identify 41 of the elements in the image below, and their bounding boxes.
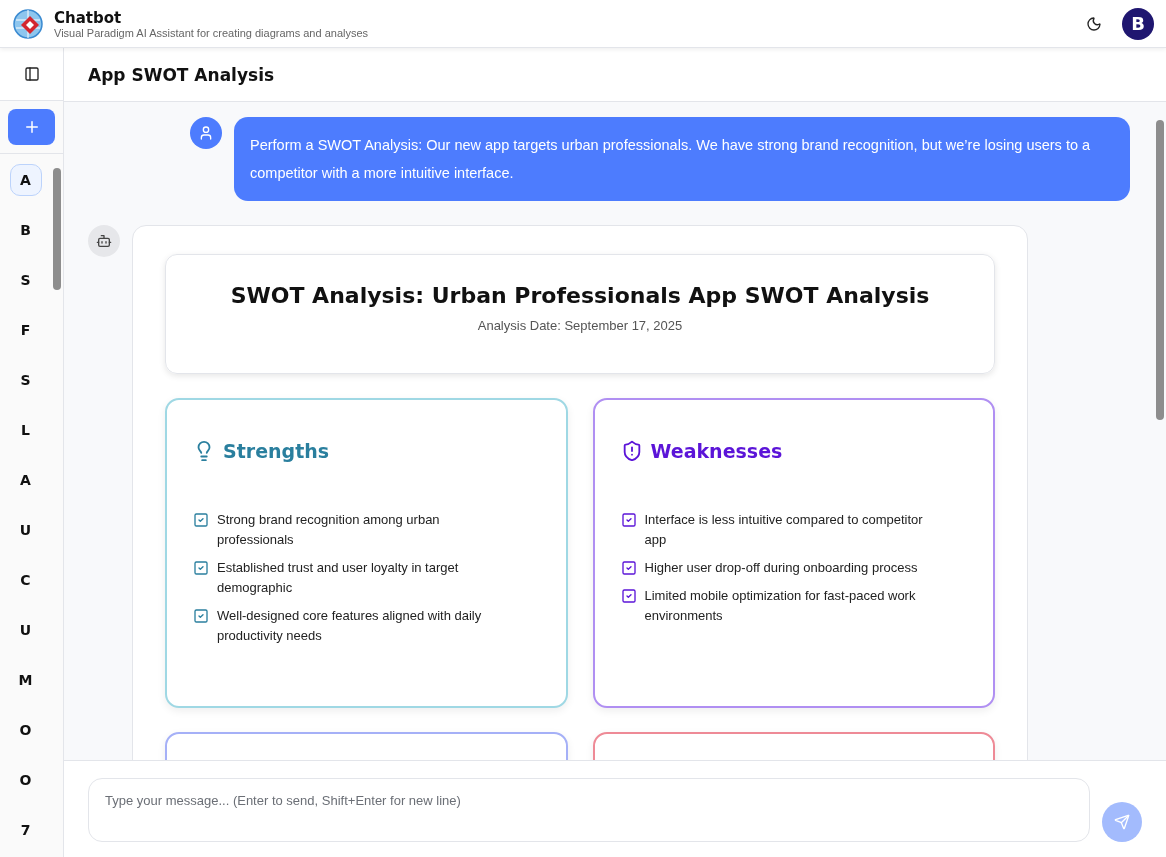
conversation-item[interactable]: U bbox=[9, 514, 42, 546]
app-title: Chatbot bbox=[54, 8, 123, 27]
new-chat-button[interactable] bbox=[8, 109, 55, 145]
list-item-text: Strong brand recognition among urban professionals bbox=[217, 511, 441, 549]
checkbox-icon bbox=[620, 512, 637, 528]
checkbox-icon bbox=[620, 560, 637, 576]
list-item-text: Limited mobile optimization for fast-paced work environments bbox=[644, 587, 917, 625]
conversation-item[interactable]: O bbox=[9, 714, 42, 746]
list-item-text: Interface is less intuitive compared to competitor app bbox=[644, 511, 924, 549]
checkbox-icon bbox=[620, 588, 637, 604]
report-title: SWOT Analysis: Urban Professionals App SWOT Analysis bbox=[230, 283, 930, 308]
app-subtitle: Visual Paradigm AI Assistant for creating diagrams and analyses bbox=[54, 26, 370, 39]
conversation-item[interactable]: F bbox=[9, 314, 42, 346]
conversation-item[interactable]: U bbox=[9, 614, 42, 646]
conversation-item[interactable]: A bbox=[9, 464, 42, 496]
list-item-text: Established trust and user loyalty in target demographic bbox=[217, 559, 460, 597]
send-icon bbox=[1114, 814, 1130, 830]
user-avatar[interactable]: B bbox=[1122, 7, 1154, 40]
user-message: Perform a SWOT Analysis: Our new app targets urban professionals. We have strong brand recognition, but we’re losing users to a competitor with a more intuitive interface. bbox=[234, 117, 1130, 201]
conversation-item[interactable]: A bbox=[9, 164, 42, 196]
conversation-item[interactable]: M bbox=[9, 664, 42, 696]
list-item-text: Well-designed core features aligned with daily productivity needs bbox=[217, 607, 483, 645]
checkbox-icon bbox=[193, 512, 209, 528]
checkbox-icon bbox=[193, 608, 209, 624]
list-item-text: Higher user drop-off during onboarding process bbox=[644, 559, 919, 577]
logo-icon bbox=[12, 7, 44, 40]
conversation-item[interactable]: O bbox=[9, 764, 42, 796]
conversation-title: App SWOT Analysis bbox=[88, 64, 275, 85]
bot-avatar bbox=[88, 225, 120, 257]
conversation-item[interactable]: C bbox=[9, 564, 42, 596]
conversation-item[interactable]: S bbox=[9, 364, 42, 396]
conversation-item[interactable]: S bbox=[9, 264, 42, 296]
conversation-item[interactable]: 7 bbox=[9, 814, 42, 846]
quadrant-title: Strengths bbox=[223, 440, 330, 462]
analysis-date: Analysis Date: September 17, 2025 bbox=[477, 318, 683, 333]
checkbox-icon bbox=[193, 560, 209, 576]
quadrant-title: Weaknesses bbox=[650, 440, 783, 462]
user-avatar bbox=[190, 117, 222, 149]
conversation-item[interactable]: B bbox=[9, 214, 42, 246]
message-input[interactable]: Type your message... (Enter to send, Shift+Enter for new line) bbox=[88, 778, 1090, 842]
conversation-item[interactable]: L bbox=[9, 414, 42, 446]
